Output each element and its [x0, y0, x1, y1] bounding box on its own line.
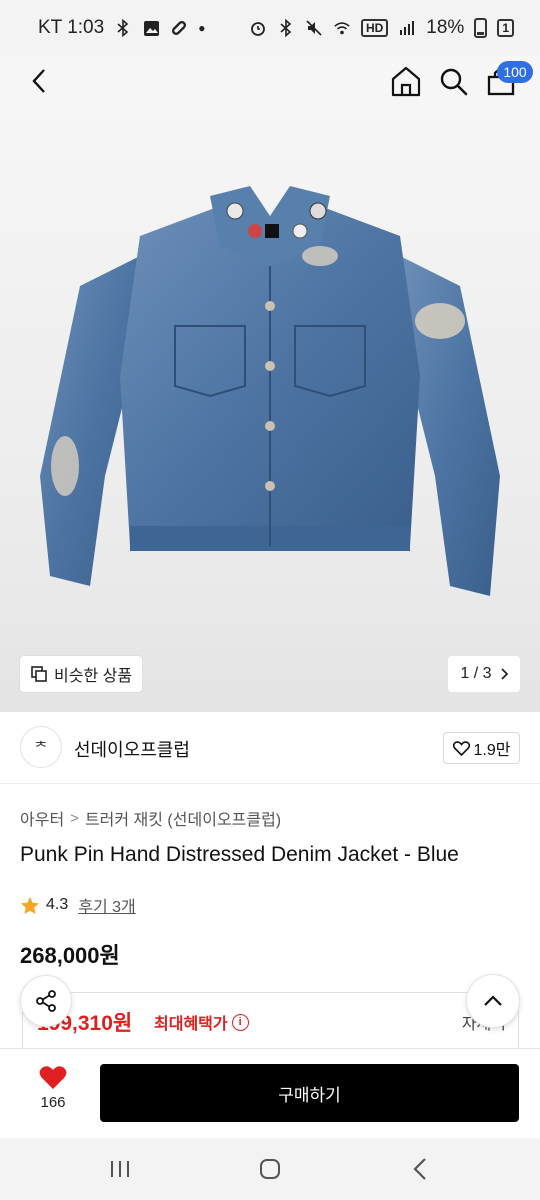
status-right: HD 18% 1 [249, 17, 514, 39]
brand-logo[interactable]: ᄎ [20, 726, 62, 768]
sim-badge: 1 [497, 19, 514, 37]
heart-outline-icon [452, 740, 470, 756]
bottom-action-bar: 166 구매하기 [0, 1048, 540, 1138]
search-button[interactable] [438, 64, 470, 98]
home-circle-icon [260, 1159, 280, 1179]
wishlist-button[interactable]: 166 [22, 1065, 84, 1125]
mute-icon [305, 19, 323, 37]
copy-icon [31, 666, 47, 682]
system-nav-bar [0, 1138, 540, 1200]
brand-like-count: 1.9만 [473, 742, 511, 759]
chevron-left-icon [32, 69, 45, 93]
battery-percent: 18% [426, 17, 465, 38]
brand-name[interactable]: 선데이오프클럽 [74, 736, 190, 762]
back-button[interactable] [24, 66, 54, 96]
benefit-label-text: 최대혜택가 [154, 1016, 228, 1033]
share-button[interactable] [20, 975, 72, 1027]
product-title: Punk Pin Hand Distressed Denim Jacket - … [20, 843, 459, 866]
home-button[interactable] [390, 64, 422, 98]
breadcrumb: 아우터 > 트러커 재킷 (선데이오프클럽) [20, 806, 281, 830]
status-left: KT 1:03 ● [38, 17, 205, 39]
alarm-icon [249, 19, 267, 37]
max-benefit-box[interactable]: 199,310원 최대혜택가 i 자세히 [22, 992, 519, 1052]
search-icon [440, 68, 468, 96]
buy-button[interactable]: 구매하기 [100, 1064, 519, 1122]
benefit-label: 최대혜택가 i [154, 1010, 249, 1034]
info-icon[interactable]: i [231, 1013, 249, 1031]
similar-products-button[interactable]: 비슷한 상품 [20, 656, 143, 692]
star-icon [21, 896, 39, 914]
system-home-button[interactable] [255, 1154, 285, 1184]
heart-filled-icon [39, 1066, 67, 1089]
system-back-button[interactable] [406, 1154, 436, 1184]
scroll-top-button[interactable] [466, 974, 520, 1028]
rating-row: 4.3 후기 3개 [20, 893, 136, 917]
chevron-right-icon: > [70, 809, 79, 827]
breadcrumb-subcategory[interactable]: 트러커 재킷 (선데이오프클럽) [85, 806, 281, 830]
brand-row[interactable]: ᄎ 선데이오프클럽 1.9만 [0, 712, 540, 784]
cart-count-badge: 100 [497, 61, 533, 83]
reviews-link[interactable]: 후기 3개 [78, 893, 136, 917]
bluetooth-icon [277, 19, 295, 37]
notification-dot-icon: ● [198, 21, 206, 35]
link-icon [170, 19, 188, 37]
bluetooth-icon [114, 19, 132, 37]
wishlist-count: 166 [40, 1094, 66, 1111]
battery-icon [474, 18, 488, 38]
product-gallery[interactable]: 100 비슷한 상품 1 / 3 [0, 56, 540, 712]
breadcrumb-category[interactable]: 아우터 [20, 806, 64, 830]
hd-badge: HD [360, 19, 389, 37]
gallery-icon [142, 19, 160, 37]
product-image [40, 186, 500, 596]
similar-products-label: 비슷한 상품 [54, 668, 133, 685]
share-icon [36, 990, 56, 1012]
recent-apps-icon [111, 1161, 129, 1177]
back-arrow-icon [413, 1158, 426, 1180]
rating-value: 4.3 [46, 896, 69, 913]
brand-like-button[interactable]: 1.9만 [443, 732, 520, 764]
status-bar: KT 1:03 ● HD 18% 1 [0, 0, 540, 56]
chevron-up-icon [484, 995, 502, 1006]
wifi-icon [333, 19, 351, 37]
carrier-time: KT 1:03 [38, 17, 105, 38]
signal-icon [398, 19, 416, 37]
home-icon [391, 66, 421, 97]
product-price: 268,000원 [20, 943, 120, 968]
recent-apps-button[interactable] [105, 1154, 135, 1184]
gallery-pager[interactable]: 1 / 3 [448, 656, 520, 692]
top-nav: 100 [0, 56, 540, 106]
page-indicator: 1 / 3 [460, 665, 492, 682]
chevron-right-icon [500, 668, 508, 680]
